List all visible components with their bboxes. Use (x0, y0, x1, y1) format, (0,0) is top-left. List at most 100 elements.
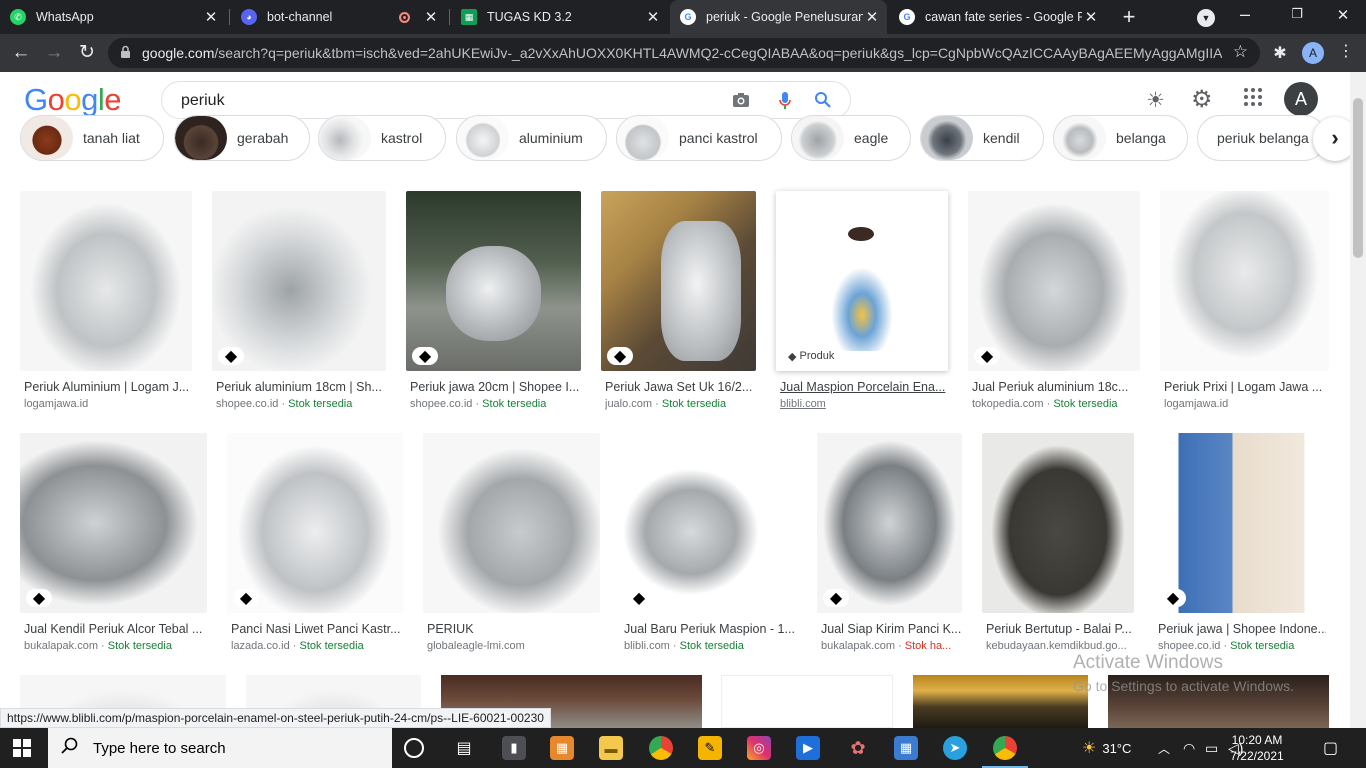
result-thumbnail[interactable] (227, 433, 403, 613)
result-thumbnail[interactable] (601, 191, 756, 371)
search-input[interactable]: periuk (181, 92, 225, 110)
windows-start-icon[interactable] (13, 739, 31, 762)
chip-panci-kastrol[interactable]: panci kastrol (616, 115, 782, 161)
calendar-app-icon[interactable]: ▦ (550, 736, 574, 760)
pen-app-icon[interactable]: ✎ (698, 736, 722, 760)
chip-gerabah[interactable]: gerabah (174, 115, 310, 161)
result-thumbnail[interactable] (721, 675, 893, 728)
result-card[interactable]: Periuk Bertutup - Balai P... kebudayaan.… (982, 433, 1136, 661)
apps-grid-icon[interactable] (1243, 87, 1263, 112)
window-close-button[interactable]: ✕ (1335, 6, 1351, 24)
settings-gear-icon[interactable]: ⚙ (1191, 85, 1213, 114)
chip-kendil[interactable]: kendil (920, 115, 1044, 161)
scrollbar-thumb[interactable] (1353, 98, 1363, 258)
search-icon[interactable] (814, 91, 832, 114)
new-tab-button[interactable]: + (1117, 5, 1141, 29)
tab-search-icon[interactable]: ▼ (1197, 9, 1215, 27)
menu-icon[interactable]: ⋮ (1338, 41, 1354, 63)
weather-widget[interactable]: ☀ 31°C (1082, 728, 1131, 768)
chrome-active-icon[interactable] (993, 736, 1017, 760)
result-card[interactable]: ◆ Jual Baru Periuk Maspion - 1... blibli… (620, 433, 799, 661)
result-card[interactable]: ◆ Panci Nasi Liwet Panci Kastr... lazada… (227, 433, 405, 661)
chip-aluminium[interactable]: aluminium (456, 115, 607, 161)
telegram-icon[interactable]: ➤ (943, 736, 967, 760)
result-thumbnail[interactable] (20, 433, 207, 613)
result-thumbnail[interactable] (423, 433, 600, 613)
bookmark-star-icon[interactable]: ☆ (1233, 42, 1248, 62)
close-icon[interactable]: ✕ (863, 8, 881, 26)
result-title[interactable]: Panci Nasi Liwet Panci Kastr... (231, 622, 401, 636)
result-card[interactable]: Periuk Aluminium | Logam J... logamjawa.… (20, 191, 194, 419)
media-player-icon[interactable]: ▮ (502, 736, 526, 760)
account-avatar[interactable]: A (1284, 82, 1318, 116)
tab-bot-channel[interactable]: ◕ bot-channel ✕ (231, 0, 446, 34)
chip-periuk-belanga[interactable]: periuk belanga (1197, 115, 1327, 161)
result-thumbnail[interactable] (982, 433, 1134, 613)
back-button[interactable]: ← (8, 41, 34, 65)
close-icon[interactable]: ✕ (202, 8, 220, 26)
file-explorer-icon[interactable]: ▬ (599, 736, 623, 760)
task-view-icon[interactable]: ▤ (452, 736, 476, 760)
result-thumbnail[interactable] (913, 675, 1088, 728)
extensions-icon[interactable]: ✱ (1270, 43, 1290, 63)
result-card[interactable]: ◆ Periuk jawa | Shopee Indone... shopee.… (1154, 433, 1331, 661)
result-thumbnail[interactable] (776, 191, 948, 371)
camera-icon[interactable] (731, 91, 751, 114)
tab-periuk[interactable]: G periuk - Google Penelusuran ✕ (670, 0, 887, 34)
cortana-icon[interactable] (404, 738, 424, 758)
forward-button[interactable]: → (41, 41, 67, 65)
result-thumbnail[interactable] (212, 191, 386, 371)
result-title[interactable]: Periuk Bertutup - Balai P... (986, 622, 1132, 636)
page-scrollbar[interactable] (1350, 72, 1366, 728)
result-title[interactable]: Periuk jawa 20cm | Shopee I... (410, 380, 580, 394)
result-thumbnail[interactable] (620, 433, 797, 613)
result-thumbnail[interactable] (817, 433, 962, 613)
chrome-icon[interactable] (649, 736, 673, 760)
close-icon[interactable]: ✕ (1082, 8, 1100, 26)
reload-button[interactable]: ↻ (74, 41, 100, 65)
profile-avatar[interactable]: A (1302, 42, 1324, 64)
calculator-icon[interactable]: ▦ (894, 736, 918, 760)
tray-chevron-icon[interactable]: ︿ (1158, 728, 1170, 768)
wifi-icon[interactable]: ◠ (1183, 728, 1195, 768)
result-card[interactable]: ◆ Jual Siap Kirim Panci K... bukalapak.c… (817, 433, 964, 661)
result-card[interactable]: ◆ Periuk jawa 20cm | Shopee I... shopee.… (406, 191, 583, 419)
result-title[interactable]: Jual Baru Periuk Maspion - 1... (624, 622, 796, 636)
result-title[interactable]: Jual Kendil Periuk Alcor Tebal ... (24, 622, 206, 636)
result-thumbnail[interactable] (1160, 191, 1329, 371)
result-card[interactable]: ◆ Produk Jual Maspion Porcelain Ena... b… (776, 191, 950, 419)
result-thumbnail[interactable] (968, 191, 1140, 371)
instagram-icon[interactable]: ◎ (747, 736, 771, 760)
battery-icon[interactable]: ▭ (1205, 728, 1218, 768)
result-title[interactable]: Periuk aluminium 18cm | Sh... (216, 380, 384, 394)
result-title[interactable]: Jual Periuk aluminium 18c... (972, 380, 1138, 394)
result-card[interactable]: ◆ Periuk aluminium 18cm | Sh... shopee.c… (212, 191, 388, 419)
tab-cawan[interactable]: G cawan fate series - Google Pe ✕ (889, 0, 1106, 34)
video-player-icon[interactable]: ▶ (796, 736, 820, 760)
restore-button[interactable]: ❐ (1289, 6, 1305, 22)
result-thumbnail[interactable] (406, 191, 581, 371)
result-title[interactable]: Periuk Aluminium | Logam J... (24, 380, 192, 394)
result-card[interactable]: Periuk Prixi | Logam Jawa ... logamjawa.… (1160, 191, 1332, 419)
chip-belanga[interactable]: belanga (1053, 115, 1188, 161)
notifications-icon[interactable]: ▢ (1323, 728, 1338, 768)
close-icon[interactable]: ✕ (422, 8, 440, 26)
result-title[interactable]: Jual Siap Kirim Panci K... (821, 622, 961, 636)
result-title[interactable]: PERIUK (427, 622, 599, 636)
taskbar-clock[interactable]: 10:20 AM 7/22/2021 (1222, 732, 1292, 764)
taskbar-search-box[interactable]: Type here to search (48, 728, 392, 768)
result-card[interactable]: ◆ Jual Kendil Periuk Alcor Tebal ... buk… (20, 433, 209, 661)
result-card[interactable]: ◆ Periuk Jawa Set Uk 16/2... jualo.com ·… (601, 191, 759, 419)
tab-whatsapp[interactable]: ✆ WhatsApp ✕ (0, 0, 226, 34)
result-thumbnail[interactable] (1154, 433, 1329, 613)
theme-toggle-icon[interactable]: ☀ (1146, 88, 1165, 113)
google-logo[interactable]: Google (24, 82, 122, 118)
result-title[interactable]: Periuk Prixi | Logam Jawa ... (1164, 380, 1328, 394)
microphone-icon[interactable] (778, 91, 792, 116)
result-thumbnail[interactable] (20, 191, 192, 371)
paint-app-icon[interactable]: ✿ (846, 736, 870, 760)
result-card[interactable]: PERIUK globaleagle-lmi.com (423, 433, 602, 661)
result-card[interactable]: ◆ Jual Periuk aluminium 18c... tokopedia… (968, 191, 1142, 419)
result-title[interactable]: Periuk Jawa Set Uk 16/2... (605, 380, 755, 394)
result-title[interactable]: Jual Maspion Porcelain Ena... (780, 380, 946, 394)
